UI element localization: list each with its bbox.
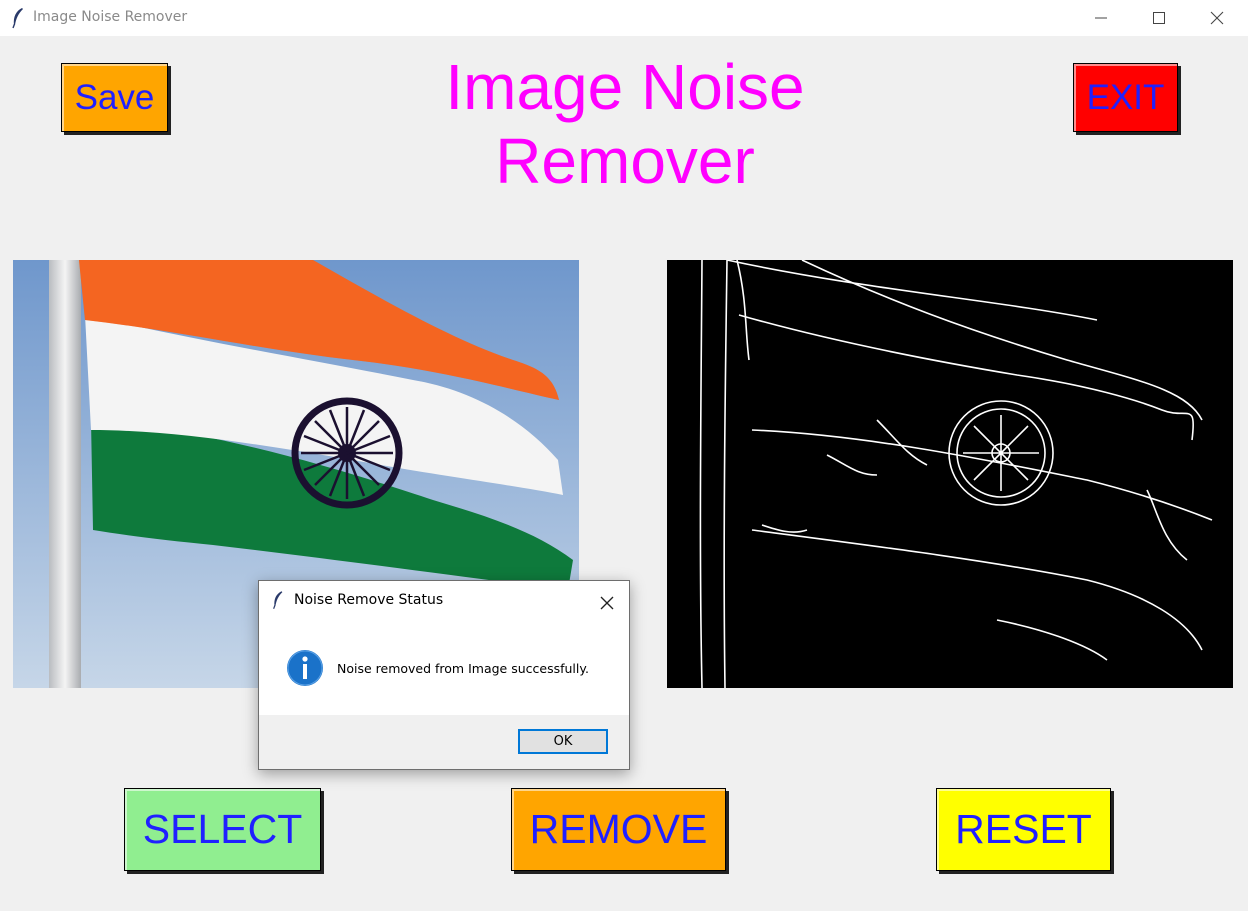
minimize-button[interactable] bbox=[1072, 0, 1130, 36]
processed-image bbox=[667, 259, 1233, 689]
dialog-title: Noise Remove Status bbox=[294, 592, 444, 608]
feather-icon bbox=[273, 591, 283, 609]
dialog-close-button[interactable] bbox=[595, 591, 619, 615]
maximize-icon bbox=[1153, 12, 1165, 24]
dialog-message: Noise removed from Image successfully. bbox=[337, 661, 589, 676]
indian-flag-edge-detection bbox=[667, 259, 1233, 689]
window-title: Image Noise Remover bbox=[33, 9, 188, 25]
close-icon bbox=[1210, 11, 1224, 25]
status-dialog: Noise Remove Status Noise removed from I… bbox=[258, 580, 630, 770]
exit-button[interactable]: EXIT bbox=[1073, 63, 1178, 132]
close-icon bbox=[600, 596, 614, 610]
app-title-line2: Remover bbox=[495, 125, 755, 197]
ok-button[interactable]: OK bbox=[518, 729, 608, 754]
dialog-footer: OK bbox=[259, 715, 629, 769]
app-title-line1: Image Noise bbox=[445, 51, 805, 123]
save-button[interactable]: Save bbox=[61, 63, 168, 132]
remove-button[interactable]: REMOVE bbox=[511, 788, 726, 871]
info-icon bbox=[287, 650, 323, 686]
window-titlebar: Image Noise Remover bbox=[0, 0, 1248, 36]
app-title: Image Noise Remover bbox=[380, 50, 870, 198]
feather-icon bbox=[12, 8, 23, 29]
maximize-button[interactable] bbox=[1130, 0, 1188, 36]
close-button[interactable] bbox=[1188, 0, 1246, 36]
minimize-icon bbox=[1095, 17, 1107, 19]
select-button[interactable]: SELECT bbox=[124, 788, 321, 871]
reset-button[interactable]: RESET bbox=[936, 788, 1111, 871]
